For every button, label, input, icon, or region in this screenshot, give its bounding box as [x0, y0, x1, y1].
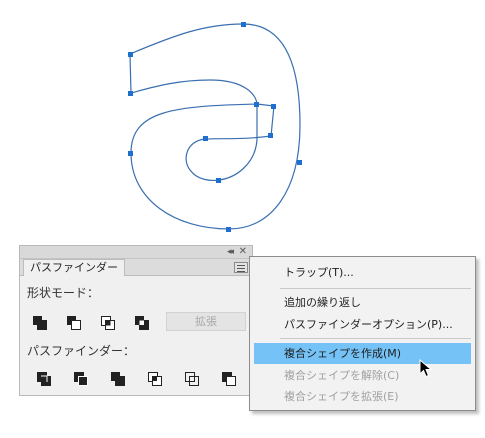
- menu-item-make-compound-shape[interactable]: 複合シェイプを作成(M): [254, 343, 471, 364]
- unite-icon[interactable]: [32, 315, 48, 331]
- minus-front-icon[interactable]: [66, 315, 82, 331]
- exclude-icon[interactable]: [134, 315, 150, 331]
- minus-back-icon[interactable]: [221, 371, 237, 387]
- anchor-point[interactable]: [254, 102, 259, 107]
- expand-button[interactable]: 拡張: [166, 312, 246, 331]
- crop-icon[interactable]: [147, 371, 163, 387]
- menu-separator: [280, 288, 471, 289]
- artwork-canvas[interactable]: [0, 0, 485, 245]
- menu-item-expand-compound-shape[interactable]: 複合シェイプを拡張(E): [251, 386, 474, 407]
- anchor-point[interactable]: [216, 178, 221, 183]
- pathfinder-panel: ◂◂ ✕ パスファインダー 形状モード： 拡張 パスファインダー：: [19, 245, 253, 396]
- anchor-point[interactable]: [268, 133, 273, 138]
- letter-a-path[interactable]: [129, 23, 301, 230]
- anchor-point[interactable]: [128, 91, 133, 96]
- collapse-panel-icon[interactable]: ◂◂: [227, 246, 234, 258]
- menu-item-pathfinder-options[interactable]: パスファインダーオプション(P)...: [251, 314, 474, 335]
- divide-icon[interactable]: [36, 371, 52, 387]
- pathfinders-label: パスファインダー：: [27, 344, 136, 358]
- tab-pathfinder[interactable]: パスファインダー: [23, 259, 125, 276]
- anchor-point[interactable]: [128, 52, 133, 57]
- anchor-point[interactable]: [297, 160, 302, 165]
- menu-item-trap[interactable]: トラップ(T)...: [251, 262, 474, 283]
- trim-icon[interactable]: [73, 371, 89, 387]
- close-icon[interactable]: ✕: [239, 246, 247, 258]
- outline-icon[interactable]: [184, 371, 200, 387]
- panel-menu-button[interactable]: [234, 262, 248, 273]
- anchor-point[interactable]: [128, 151, 133, 156]
- merge-icon[interactable]: [110, 371, 126, 387]
- anchor-point[interactable]: [226, 227, 231, 232]
- panel-title-bar[interactable]: ◂◂ ✕: [20, 246, 252, 259]
- panel-flyout-menu: トラップ(T)... 追加の繰り返し パスファインダーオプション(P)... 複…: [249, 256, 476, 411]
- anchor-point[interactable]: [271, 104, 276, 109]
- intersect-icon[interactable]: [100, 315, 116, 331]
- anchor-point[interactable]: [203, 136, 208, 141]
- anchor-points[interactable]: [128, 22, 302, 232]
- menu-item-release-compound-shape[interactable]: 複合シェイプを解除(C): [251, 365, 474, 386]
- menu-lines-icon: [237, 265, 245, 266]
- menu-separator: [280, 338, 471, 339]
- mouse-cursor-icon: [419, 359, 432, 378]
- menu-item-repeat[interactable]: 追加の繰り返し: [251, 292, 474, 313]
- shape-modes-label: 形状モード：: [27, 286, 100, 300]
- anchor-point[interactable]: [241, 22, 246, 27]
